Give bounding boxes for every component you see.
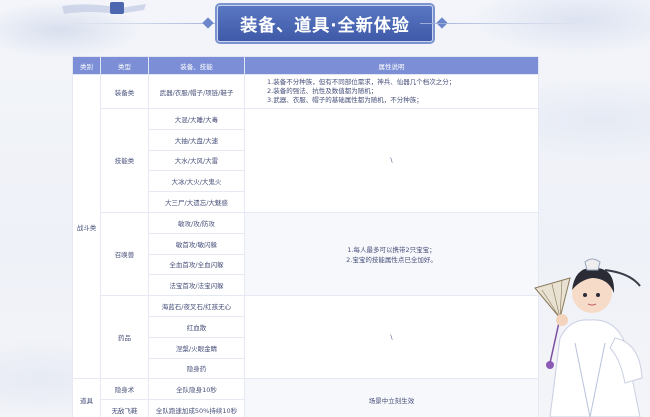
equipment-table: 类别 类型 装备、技能 属性说明 战斗类 装备类 武器/衣服/帽子/项链/鞋子 … bbox=[72, 56, 539, 417]
summon-item: 全血首攻/全血闪躲 bbox=[148, 253, 245, 276]
desc-line: 3.武器、衣服、帽子的基础属性都为随机，不分种族； bbox=[267, 96, 423, 104]
medicine-description: \ bbox=[244, 295, 539, 380]
header-line-right bbox=[420, 23, 580, 24]
desc-line: 2.装备的强法、抗性及数值都为随机； bbox=[267, 87, 378, 95]
summon-item: 敏首攻/敏闪躲 bbox=[148, 232, 245, 255]
table-row: 战斗类 装备类 武器/衣服/帽子/项链/鞋子 1.装备不分种族，但有不同部位需求… bbox=[72, 73, 539, 380]
header-equipment-skill: 装备、技能 bbox=[148, 56, 245, 75]
skill-item: 大混/大睡/大毒 bbox=[148, 108, 245, 130]
type-medicine: 药品 bbox=[100, 295, 149, 380]
summon-item: 敏攻/攻/防攻 bbox=[148, 211, 245, 234]
header-attributes: 属性说明 bbox=[244, 56, 539, 75]
table-row: 药品 海蓝石/夜叉石/红孩无心 \ bbox=[73, 295, 539, 380]
category-props: 道具 bbox=[72, 378, 101, 417]
type-equipment: 装备类 bbox=[100, 74, 149, 109]
section-header: 装备、道具·全新体验 bbox=[0, 4, 650, 42]
prop-item: 全队隐身10秒 bbox=[148, 378, 245, 401]
summon-description: 1.每人最多可以携带2只宝宝； 2.宝宝的技能属性点已全加好。 bbox=[244, 211, 539, 297]
medicine-item: 红血散 bbox=[148, 315, 245, 338]
table-row: 道具 隐身术 全队隐身10秒 场景中立刻生效 bbox=[72, 378, 539, 417]
desc-line: 1.每人最多可以携带2只宝宝； bbox=[347, 246, 436, 255]
header-category: 类别 bbox=[72, 56, 101, 75]
page-title: 装备、道具·全新体验 bbox=[217, 4, 433, 42]
table-row: 技能类 大混/大睡/大毒 \ bbox=[73, 108, 539, 213]
prop-type: 隐身术 bbox=[100, 378, 149, 401]
type-skills: 技能类 bbox=[100, 108, 149, 213]
header-type: 类型 bbox=[100, 56, 149, 75]
medicine-item: 海蓝石/夜叉石/红孩无心 bbox=[148, 295, 245, 317]
skill-item: 大三尸/大遗忘/大魅惑 bbox=[148, 191, 245, 213]
category-battle: 战斗类 bbox=[72, 73, 101, 380]
equipment-item: 武器/衣服/帽子/项链/鞋子 bbox=[148, 74, 245, 109]
prop-item: 全队跑速加成50%持续10秒 bbox=[148, 399, 245, 417]
type-summon: 召唤兽 bbox=[100, 211, 149, 297]
desc-line: 2.宝宝的技能属性点已全加好。 bbox=[346, 256, 437, 265]
equipment-description: 1.装备不分种族，但有不同部位需求，神兵、仙器几个档次之分； 2.装备的强法、抗… bbox=[244, 74, 539, 109]
table-header-row: 类别 类型 装备、技能 属性说明 bbox=[72, 56, 539, 75]
props-description: 场景中立刻生效 bbox=[244, 378, 539, 417]
skills-description: \ bbox=[244, 108, 539, 213]
medicine-item: 涅槃/火眼金睛 bbox=[148, 336, 245, 359]
table-row: 召唤兽 敏攻/攻/防攻 1.每人最多可以携带2只宝宝； 2.宝宝的技能属性点已全… bbox=[73, 211, 539, 297]
medicine-item: 隐身药 bbox=[148, 357, 245, 380]
prop-type: 无敌飞鞋 bbox=[100, 399, 149, 417]
skill-item: 大冰/大火/大鬼火 bbox=[148, 170, 245, 193]
summon-item: 法宝首攻/法宝闪躲 bbox=[148, 274, 245, 297]
character-illustration bbox=[534, 258, 643, 417]
skill-item: 大抽/大盘/大速 bbox=[148, 128, 245, 151]
desc-line: 1.装备不分种族，但有不同部位需求，神兵、仙器几个档次之分； bbox=[267, 78, 456, 86]
skill-item: 大水/大风/大雷 bbox=[148, 149, 245, 172]
